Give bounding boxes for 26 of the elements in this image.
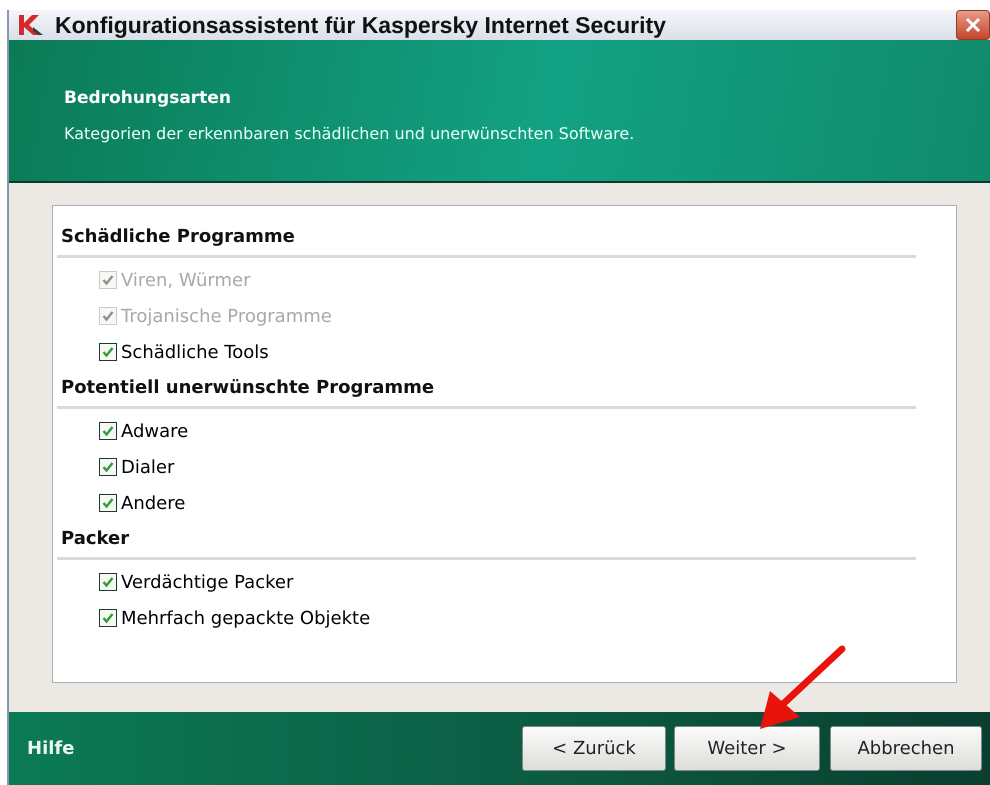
checkbox-label: Verdächtige Packer xyxy=(121,572,294,592)
checkbox-label: Mehrfach gepackte Objekte xyxy=(121,608,370,628)
checkbox[interactable] xyxy=(99,422,117,440)
checkbox-label: Adware xyxy=(121,420,188,442)
page-title: Bedrohungsarten xyxy=(64,88,232,108)
page-subtitle: Kategorien der erkennbaren schädlichen und unerwünschten Software. xyxy=(64,124,636,143)
close-button[interactable] xyxy=(956,10,990,40)
checkbox[interactable] xyxy=(99,573,117,591)
help-link[interactable]: Hilfe xyxy=(27,738,514,759)
window-title: Konfigurationsassistent für Kaspersky Internet Security xyxy=(55,12,667,38)
checkbox[interactable] xyxy=(99,494,117,512)
back-button[interactable]: < Zurück xyxy=(522,726,666,771)
close-icon xyxy=(964,16,982,34)
next-button[interactable]: Weiter > xyxy=(674,726,820,771)
group-title: Potentiell unerwünschte Programme xyxy=(61,377,436,398)
checkbox[interactable] xyxy=(99,343,117,361)
group-title: Schädliche Programme xyxy=(61,226,296,247)
group-title: Packer xyxy=(61,528,130,549)
checkbox-label: Trojanische Programme xyxy=(121,306,332,326)
checkbox-label: Dialer xyxy=(121,456,174,478)
checkbox-label: Andere xyxy=(121,492,186,514)
checkbox[interactable] xyxy=(99,458,117,476)
checkbox-label: Viren, Würmer xyxy=(121,270,251,290)
cancel-button[interactable]: Abbrechen xyxy=(830,726,982,771)
checkbox[interactable] xyxy=(99,609,117,627)
checkbox-label: Schädliche Tools xyxy=(121,342,269,362)
